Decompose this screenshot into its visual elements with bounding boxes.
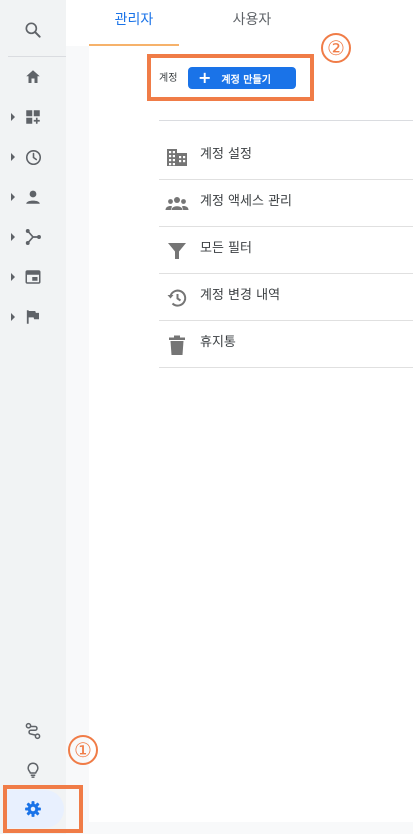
- menu-item-account-settings[interactable]: 계정 설정: [159, 133, 413, 180]
- gear-icon: [25, 801, 41, 817]
- analytics-admin-page: 관리자 사용자 계정 + 계정 만들기 계정 설정 계정 액세스 관리 모든 필…: [0, 0, 413, 834]
- behavior-button[interactable]: [0, 257, 66, 297]
- people-icon: [165, 197, 189, 210]
- content-bottom-band: [89, 822, 413, 834]
- create-account-button[interactable]: + 계정 만들기: [188, 67, 296, 89]
- conversions-button[interactable]: [0, 297, 66, 337]
- account-column-label: 계정: [159, 73, 178, 84]
- menu-item-account-access[interactable]: 계정 액세스 관리: [159, 180, 413, 227]
- content-gutter: [66, 46, 89, 834]
- search-icon: [25, 22, 41, 38]
- path-explorer-button[interactable]: [0, 711, 66, 751]
- audience-button[interactable]: [0, 177, 66, 217]
- path-icon: [25, 722, 41, 740]
- home-icon: [26, 70, 40, 83]
- admin-settings-button[interactable]: [0, 789, 66, 829]
- lightbulb-icon: [27, 762, 39, 778]
- share-icon: [25, 229, 41, 245]
- tab-user[interactable]: 사용자: [179, 0, 325, 46]
- expand-caret-icon: [11, 113, 15, 121]
- menu-item-label: 계정 설정: [200, 147, 252, 162]
- display-icon: [25, 270, 41, 284]
- tab-admin-label: 관리자: [114, 12, 154, 28]
- acquisition-button[interactable]: [0, 217, 66, 257]
- menu-item-label: 휴지통: [200, 335, 236, 350]
- menu-item-change-history[interactable]: 계정 변경 내역: [159, 274, 413, 321]
- flag-icon: [26, 310, 39, 324]
- insights-button[interactable]: [0, 750, 66, 790]
- create-account-label: 계정 만들기: [221, 74, 271, 86]
- search-button[interactable]: [0, 10, 66, 50]
- home-button[interactable]: [0, 57, 66, 97]
- tab-user-label: 사용자: [232, 12, 272, 28]
- menu-item-label: 계정 변경 내역: [200, 288, 281, 303]
- expand-caret-icon: [11, 153, 15, 161]
- reports-button[interactable]: [0, 97, 66, 137]
- realtime-button[interactable]: [0, 137, 66, 177]
- nav-rail: [0, 0, 66, 834]
- plus-icon: +: [198, 68, 212, 87]
- expand-caret-icon: [11, 233, 15, 241]
- building-icon: [167, 149, 187, 166]
- clock-icon: [25, 149, 41, 165]
- expand-caret-icon: [11, 313, 15, 321]
- expand-caret-icon: [11, 273, 15, 281]
- menu-item-label: 계정 액세스 관리: [200, 194, 292, 209]
- trash-icon: [169, 335, 185, 355]
- expand-caret-icon: [11, 193, 15, 201]
- menu-top-divider: [159, 120, 413, 121]
- person-icon: [26, 190, 40, 204]
- menu-item-label: 모든 필터: [200, 241, 252, 256]
- tab-admin[interactable]: 관리자: [89, 0, 179, 46]
- filter-icon: [168, 243, 186, 259]
- dashboard-icon: [26, 110, 40, 124]
- menu-item-all-filters[interactable]: 모든 필터: [159, 227, 413, 274]
- history-icon: [167, 289, 187, 307]
- menu-item-trash[interactable]: 휴지통: [159, 321, 413, 368]
- admin-tabs: 관리자 사용자: [89, 0, 413, 46]
